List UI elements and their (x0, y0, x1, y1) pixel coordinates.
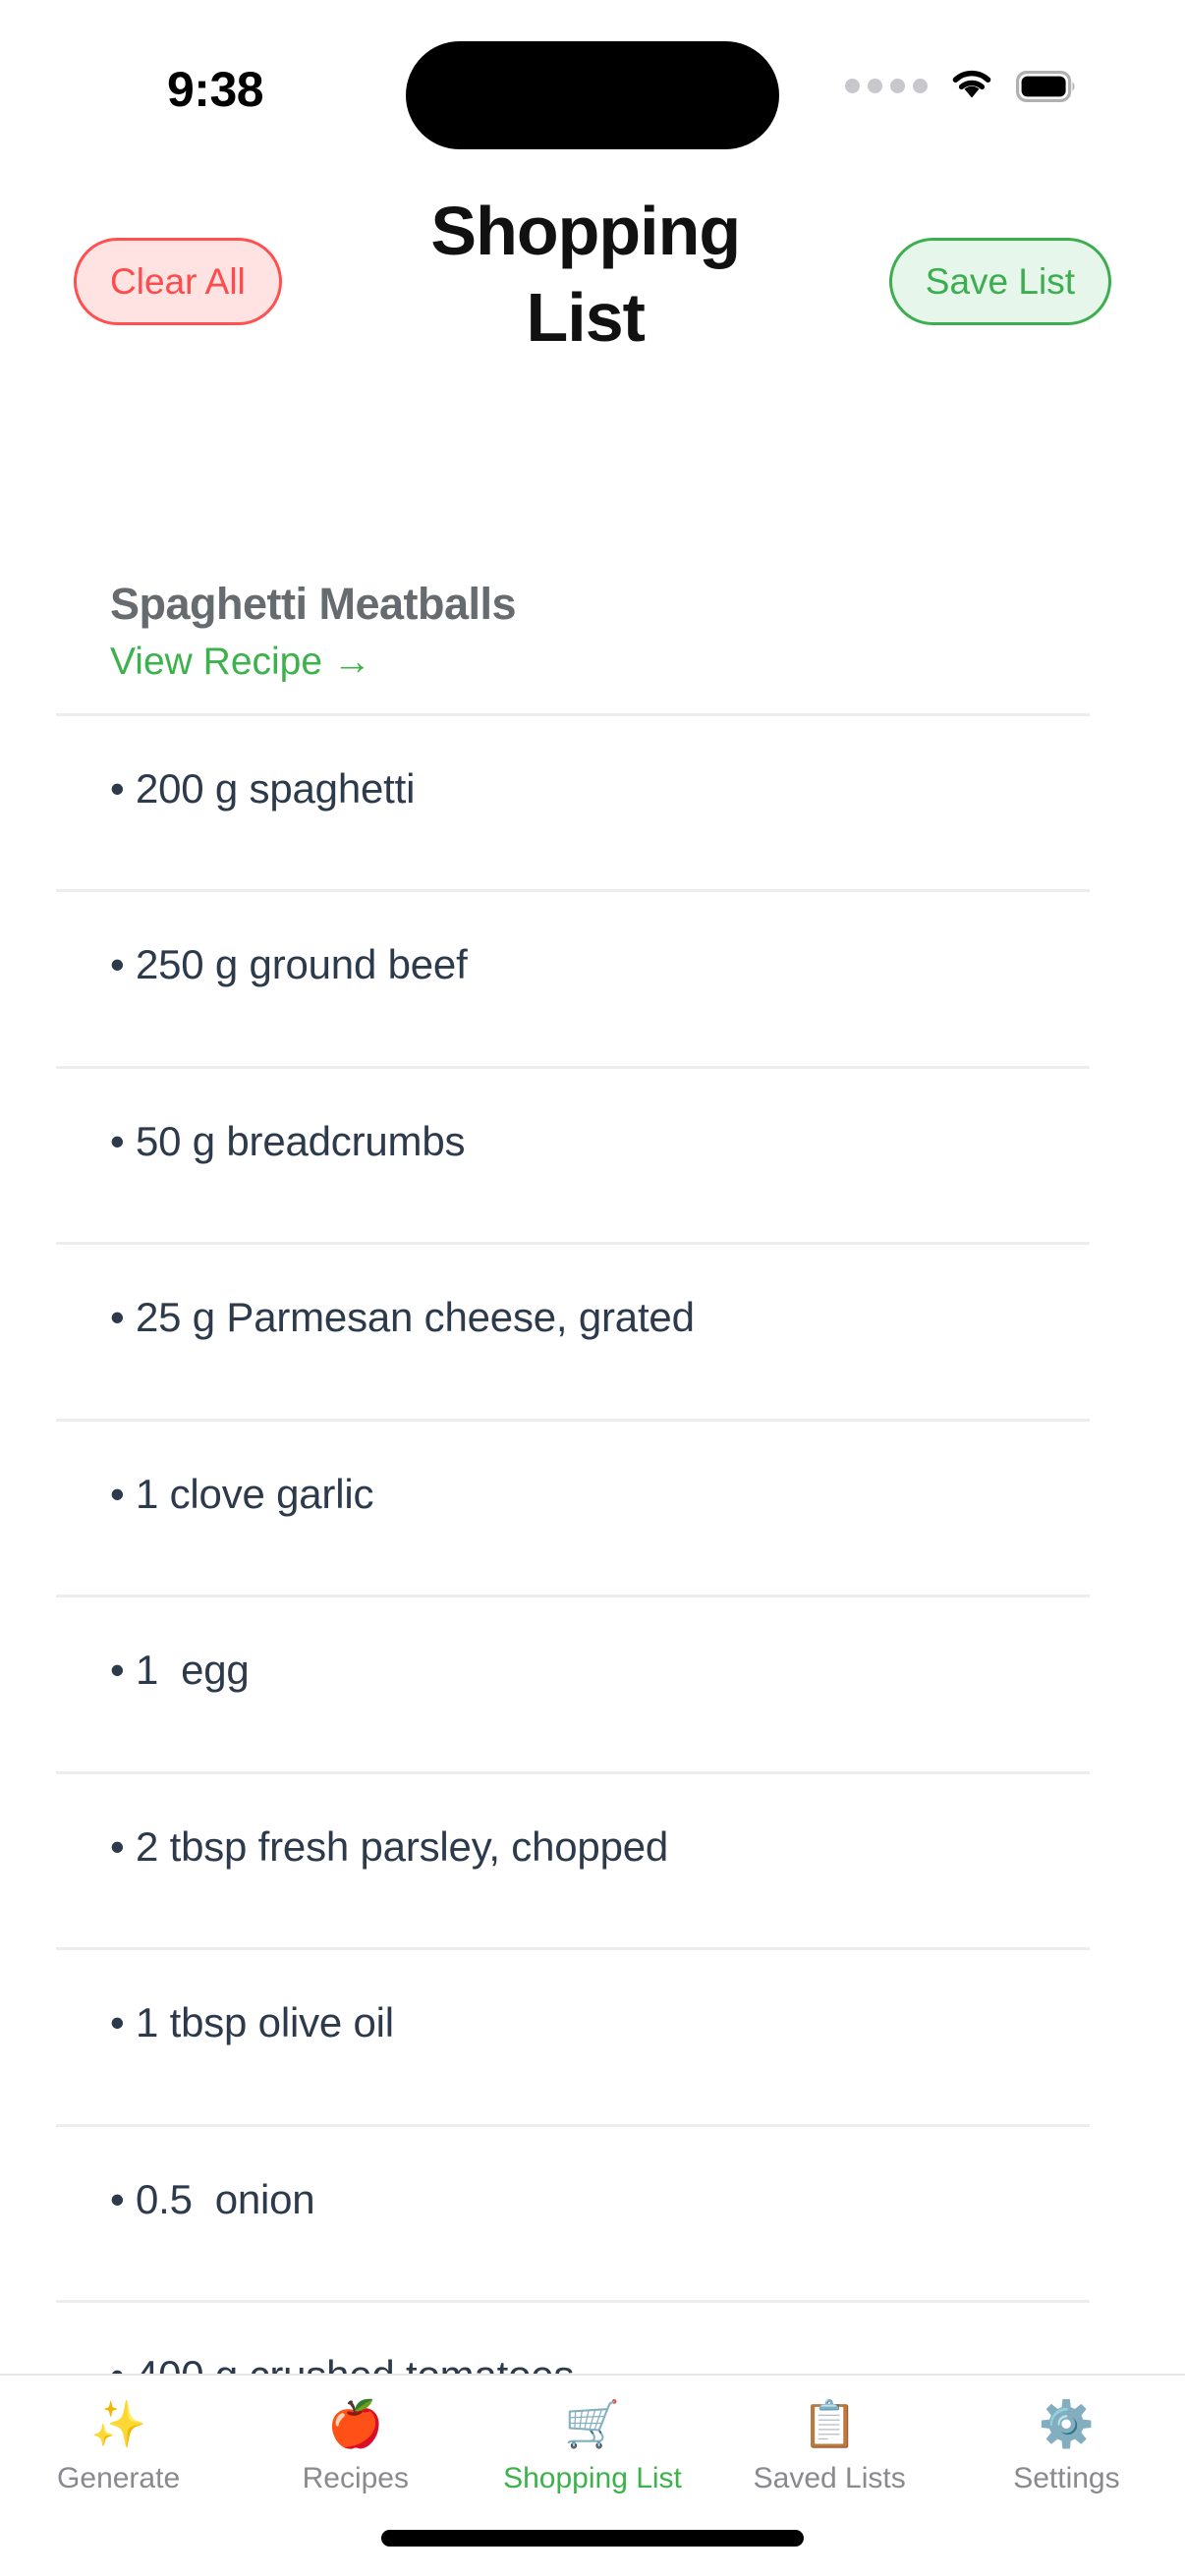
list-item[interactable]: • 1 egg (0, 1597, 1185, 1744)
save-list-button[interactable]: Save List (888, 238, 1111, 325)
list-item[interactable]: • 200 g spaghetti (0, 716, 1185, 863)
ingredient-text: • 2 tbsp fresh parsley, chopped (110, 1822, 669, 1870)
gear-icon: ⚙️ (1038, 2398, 1096, 2449)
status-bar: 9:38 (0, 0, 1185, 167)
page-title: Shopping List (430, 193, 741, 356)
ingredient-text: • 0.5 onion (110, 2175, 315, 2222)
tab-label: Saved Lists (753, 2462, 906, 2494)
status-time: 9:38 (167, 62, 264, 117)
list-item[interactable]: • 25 g Parmesan cheese, grated (0, 1245, 1185, 1391)
sparkles-icon: ✨ (89, 2398, 147, 2449)
ingredient-list: • 200 g spaghetti • 250 g ground beef • … (0, 716, 1185, 2374)
list-item[interactable]: • 250 g ground beef (0, 892, 1185, 1038)
shopping-list-scroll[interactable]: Spaghetti Meatballs View Recipe → • 200 … (0, 462, 1185, 2374)
apple-icon: 🍎 (327, 2398, 384, 2449)
tab-recipes[interactable]: 🍎 Recipes (237, 2401, 474, 2493)
clear-all-button[interactable]: Clear All (74, 238, 282, 325)
clipboard-icon: 📋 (801, 2398, 858, 2449)
tab-saved-lists[interactable]: 📋 Saved Lists (711, 2401, 948, 2493)
tab-label: Settings (1013, 2462, 1120, 2494)
recipe-group: Spaghetti Meatballs View Recipe → • 200 … (0, 578, 1185, 2374)
home-indicator-area (0, 2499, 1185, 2576)
wifi-icon (949, 67, 994, 105)
tab-label: Generate (57, 2462, 181, 2494)
list-item[interactable]: • 50 g breadcrumbs (0, 1069, 1185, 1215)
ingredient-text: • 1 clove garlic (110, 1470, 374, 1517)
bottom-tab-bar: ✨ Generate 🍎 Recipes 🛒 Shopping List 📋 S… (0, 2374, 1185, 2499)
tab-shopping-list[interactable]: 🛒 Shopping List (474, 2401, 710, 2493)
shopping-cart-icon: 🛒 (564, 2398, 621, 2449)
list-item[interactable]: • 0.5 onion (0, 2127, 1185, 2273)
app-screen: 9:38 Clear All Shopping List Save List S… (0, 0, 1185, 2576)
ingredient-text: • 50 g breadcrumbs (110, 1117, 466, 1164)
view-recipe-link[interactable]: View Recipe → (110, 640, 371, 686)
ingredient-text: • 1 egg (110, 1647, 250, 1694)
recipe-header: Spaghetti Meatballs View Recipe → (0, 578, 1185, 686)
list-item[interactable]: • 400 g crushed tomatoes (0, 2303, 1185, 2374)
list-item[interactable]: • 2 tbsp fresh parsley, chopped (0, 1774, 1185, 1921)
page-header: Clear All Shopping List Save List (0, 167, 1185, 462)
tab-label: Recipes (302, 2462, 409, 2494)
recipe-name: Spaghetti Meatballs (110, 579, 517, 629)
status-indicators (845, 67, 1077, 105)
home-indicator[interactable] (381, 2529, 804, 2547)
list-item[interactable]: • 1 tbsp olive oil (0, 1950, 1185, 2097)
battery-full-icon (1016, 70, 1077, 102)
tab-settings[interactable]: ⚙️ Settings (948, 2401, 1185, 2493)
signal-dots-icon (845, 79, 928, 93)
tab-label: Shopping List (503, 2462, 682, 2494)
ingredient-text: • 250 g ground beef (110, 941, 468, 988)
ingredient-text: • 1 tbsp olive oil (110, 1999, 394, 2046)
tab-generate[interactable]: ✨ Generate (0, 2401, 237, 2493)
ingredient-text: • 25 g Parmesan cheese, grated (110, 1294, 695, 1341)
ingredient-text: • 200 g spaghetti (110, 764, 416, 812)
dynamic-island (406, 41, 779, 149)
ingredient-text: • 400 g crushed tomatoes (110, 2352, 574, 2374)
list-item[interactable]: • 1 clove garlic (0, 1422, 1185, 1568)
